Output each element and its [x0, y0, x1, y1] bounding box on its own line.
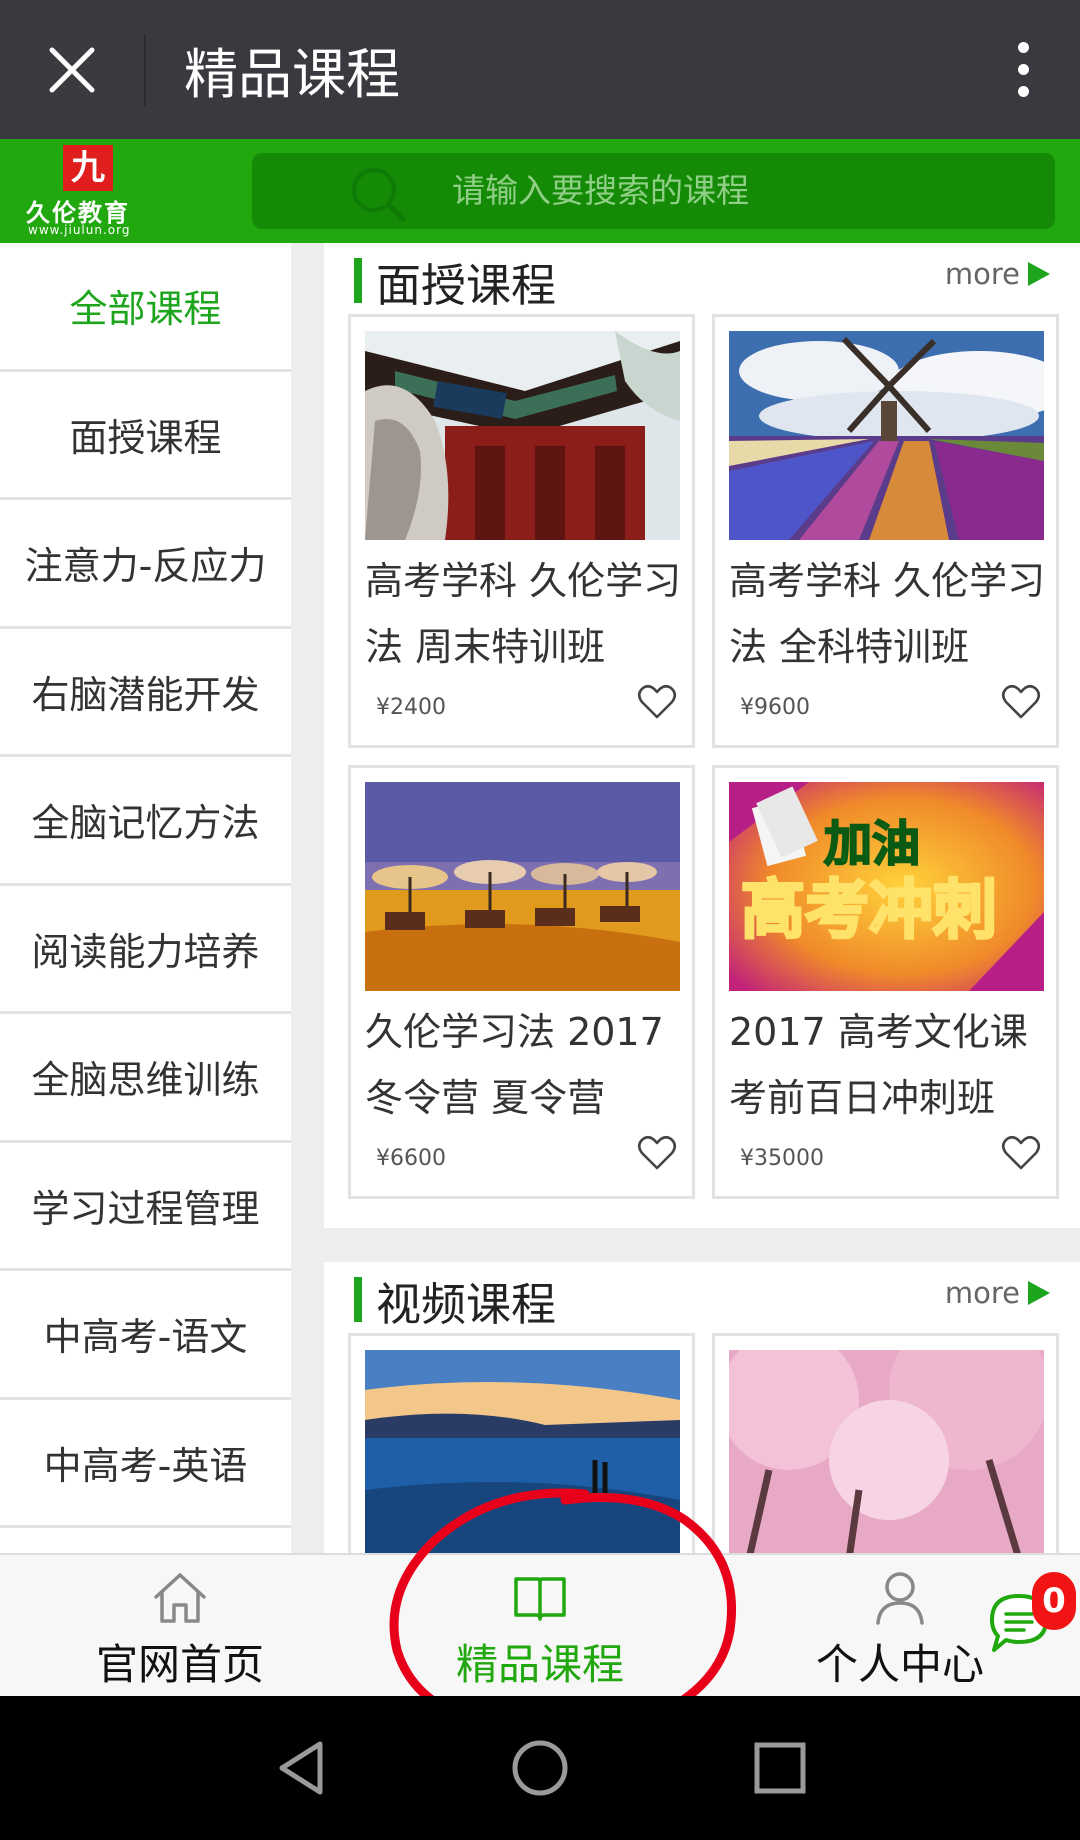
sidebar-item-memory[interactable]: 全脑记忆方法: [0, 757, 291, 886]
close-icon: [49, 47, 95, 92]
more-dot-icon: [1017, 64, 1029, 75]
more-link[interactable]: more: [945, 1276, 1050, 1310]
recent-apps-icon[interactable]: [750, 1738, 810, 1798]
favorite-heart-icon[interactable]: [637, 1135, 677, 1171]
search-input[interactable]: 请输入要搜索的课程: [252, 153, 1055, 229]
course-title: 2017 高考文化课 考前百日冲刺班: [729, 1010, 1028, 1120]
section-face-to-face: 面授课程 more 高考学科 久伦学习法 周末特训班 ¥2400 高考学科 久伦…: [324, 243, 1080, 1228]
course-price: ¥35000: [740, 1146, 824, 1171]
course-card[interactable]: [712, 1333, 1059, 1553]
course-grid: [324, 1333, 1080, 1553]
course-card[interactable]: 高考学科 久伦学习法 周末特训班 ¥2400: [348, 314, 695, 748]
sidebar-item-right-brain[interactable]: 右脑潜能开发: [0, 629, 291, 757]
course-card[interactable]: 加油 高考冲刺 2017 高考文化课 考前百日冲刺班 ¥35000: [712, 765, 1059, 1199]
section-header: 视频课程 more: [324, 1262, 1080, 1334]
course-price: ¥6600: [376, 1146, 446, 1171]
close-button[interactable]: [0, 0, 144, 139]
section-title: 面授课程: [376, 259, 557, 312]
course-image-sea-sunset: [365, 1350, 680, 1553]
book-icon: [514, 1577, 566, 1621]
sidebar-item-attention[interactable]: 注意力-反应力: [0, 500, 291, 629]
bottom-nav: 官网首页 精品课程 个人中心 0: [0, 1553, 1080, 1696]
section-marker: [354, 258, 362, 303]
section-header: 面授课程 more: [324, 243, 1080, 315]
course-title: 高考学科 久伦学习法 全科特训班: [729, 559, 1046, 669]
play-arrow-icon: [1028, 262, 1050, 286]
sidebar-item-all-courses[interactable]: 全部课程: [0, 243, 291, 372]
sidebar-item-chinese[interactable]: 中高考-语文: [0, 1271, 291, 1400]
section-title: 视频课程: [376, 1278, 557, 1331]
nav-label: 精品课程: [455, 1640, 624, 1689]
system-nav-bar: [0, 1696, 1080, 1840]
title-divider: [144, 33, 146, 106]
nav-courses[interactable]: 精品课程: [390, 1555, 690, 1698]
nav-label: 官网首页: [95, 1640, 264, 1689]
page-title: 精品课程: [184, 43, 400, 106]
course-image-university-gate: [365, 331, 680, 540]
more-menu-button[interactable]: [978, 0, 1068, 139]
course-price: ¥2400: [376, 695, 446, 720]
course-image-beach-umbrellas: [365, 782, 680, 991]
person-icon: [876, 1572, 924, 1625]
logo[interactable]: 九 久伦教育 www.jiulun.org: [20, 143, 160, 239]
search-icon: [352, 168, 406, 222]
home-circle-icon[interactable]: [510, 1738, 570, 1798]
more-label: more: [944, 257, 1020, 291]
course-image-cherry-blossoms: [729, 1350, 1044, 1553]
favorite-heart-icon[interactable]: [1001, 684, 1041, 720]
course-price: ¥9600: [740, 695, 810, 720]
course-list: 面授课程 more 高考学科 久伦学习法 周末特训班 ¥2400 高考学科 久伦…: [324, 243, 1080, 1553]
section-marker: [354, 1277, 362, 1322]
course-title: 高考学科 久伦学习法 周末特训班: [365, 559, 682, 669]
poster-text-sprint: 高考冲刺: [741, 874, 997, 948]
more-label: more: [944, 1276, 1020, 1310]
header-bar: 九 久伦教育 www.jiulun.org 请输入要搜索的课程: [0, 139, 1080, 243]
sidebar-item-face-to-face[interactable]: 面授课程: [0, 372, 291, 500]
nav-home[interactable]: 官网首页: [30, 1555, 330, 1698]
course-image-exam-sprint-poster: 加油 高考冲刺: [729, 782, 1044, 991]
play-arrow-icon: [1028, 1281, 1050, 1305]
logo-url: www.jiulun.org: [28, 223, 131, 237]
category-sidebar: 全部课程 面授课程 注意力-反应力 右脑潜能开发 全脑记忆方法 阅读能力培养 全…: [0, 243, 291, 1553]
title-bar: 精品课程: [0, 0, 1080, 139]
search-placeholder: 请输入要搜索的课程: [452, 171, 749, 210]
back-icon[interactable]: [272, 1738, 332, 1798]
home-icon: [154, 1573, 206, 1623]
sidebar-item-study-management[interactable]: 学习过程管理: [0, 1143, 291, 1271]
more-dot-icon: [1017, 42, 1029, 53]
course-grid: 高考学科 久伦学习法 周末特训班 ¥2400 高考学科 久伦学习法 全科特训班 …: [324, 314, 1080, 1199]
course-card[interactable]: [348, 1333, 695, 1553]
course-title: 久伦学习法 2017 冬令营 夏令营: [365, 1010, 664, 1120]
course-image-windmill-tulips: [729, 331, 1044, 540]
more-link[interactable]: more: [945, 257, 1050, 291]
course-card[interactable]: 高考学科 久伦学习法 全科特训班 ¥9600: [712, 314, 1059, 748]
sidebar-item-english[interactable]: 中高考-英语: [0, 1400, 291, 1528]
more-dot-icon: [1017, 86, 1029, 97]
sidebar-item-thinking[interactable]: 全脑思维训练: [0, 1014, 291, 1143]
poster-text-jiayou: 加油: [824, 816, 920, 872]
chat-badge: 0: [1032, 1572, 1076, 1630]
section-video: 视频课程 more: [324, 1262, 1080, 1553]
course-card[interactable]: 久伦学习法 2017 冬令营 夏令营 ¥6600: [348, 765, 695, 1199]
favorite-heart-icon[interactable]: [1001, 1135, 1041, 1171]
favorite-heart-icon[interactable]: [637, 684, 677, 720]
sidebar-item-more[interactable]: [0, 1528, 291, 1553]
logo-seal: 九: [63, 145, 113, 191]
app-screen: 精品课程 九 久伦教育 www.jiulun.org 请输入要搜索的课程 全部课…: [0, 0, 1080, 1840]
sidebar-item-reading[interactable]: 阅读能力培养: [0, 886, 291, 1014]
